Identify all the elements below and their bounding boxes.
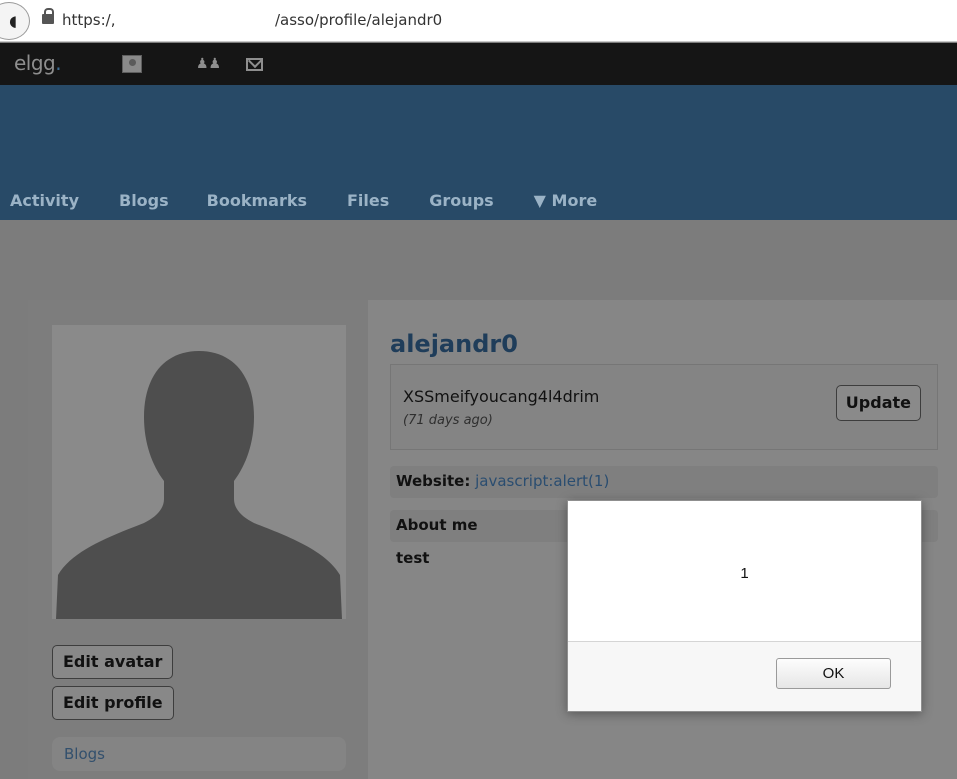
website-link[interactable]: javascript:alert(1): [475, 472, 609, 490]
edit-avatar-button[interactable]: Edit avatar: [52, 645, 174, 679]
about-me-value: test: [396, 549, 430, 567]
nav-activity[interactable]: Activity: [10, 191, 79, 210]
website-label: Website:: [396, 472, 471, 490]
mail-icon[interactable]: [246, 58, 263, 71]
ok-button[interactable]: OK: [776, 658, 891, 689]
status-box: XSSmeifyoucang4l4drim (71 days ago) Upda…: [390, 364, 938, 450]
status-timestamp: (71 days ago): [403, 413, 493, 428]
nav-groups[interactable]: Groups: [429, 191, 493, 210]
profile-avatar: [52, 325, 346, 619]
alert-message-area: 1: [568, 501, 921, 641]
website-row: Website: javascript:alert(1): [390, 466, 938, 498]
elgg-logo[interactable]: elgg.: [14, 51, 62, 75]
dialog-divider: [568, 641, 921, 642]
friends-icon[interactable]: ♟♟: [196, 55, 221, 73]
nav-bookmarks[interactable]: Bookmarks: [207, 191, 307, 210]
browser-address-bar: ◖ https:/, /asso/profile/alejandr0: [0, 0, 957, 42]
alert-message: 1: [740, 565, 749, 582]
status-text: XSSmeifyoucang4l4drim: [403, 387, 600, 406]
elgg-topbar: elgg. ♟♟: [0, 43, 957, 85]
url-text-left[interactable]: https:/,: [62, 11, 115, 29]
silhouette-icon: [52, 325, 346, 619]
url-text-right[interactable]: /asso/profile/alejandr0: [275, 11, 442, 29]
nav-blogs[interactable]: Blogs: [119, 191, 169, 210]
profile-username[interactable]: alejandr0: [390, 330, 518, 358]
owner-blogs-link[interactable]: Blogs: [52, 737, 346, 771]
alert-dialog: 1 OK: [567, 500, 922, 712]
edit-profile-button[interactable]: Edit profile: [52, 686, 174, 720]
update-button[interactable]: Update: [835, 385, 921, 421]
lock-icon: [42, 8, 54, 24]
avatar-icon[interactable]: [122, 55, 142, 73]
back-button[interactable]: ◖: [0, 2, 30, 40]
nav-more[interactable]: ▼ More: [534, 191, 598, 210]
nav-files[interactable]: Files: [347, 191, 389, 210]
main-nav: Activity Blogs Bookmarks Files Groups ▼ …: [10, 191, 637, 210]
